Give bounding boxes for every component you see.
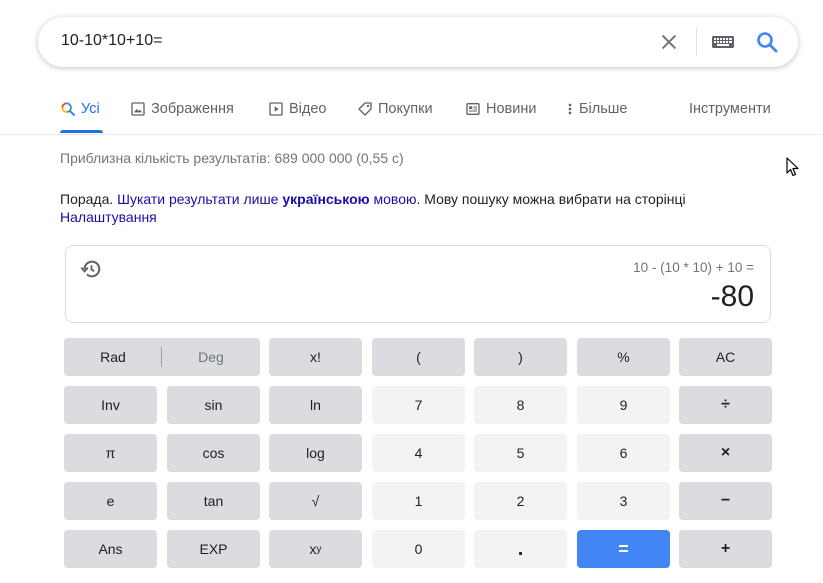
digit-7-key[interactable]: 7 [372, 386, 465, 424]
digit-8-key[interactable]: 8 [474, 386, 567, 424]
tab-video[interactable]: Відео [268, 101, 326, 117]
calc-result: -80 [710, 280, 754, 313]
answer-key[interactable]: Ans [64, 530, 157, 568]
tab-all[interactable]: Усі [60, 101, 100, 117]
digit-6-key[interactable]: 6 [577, 434, 670, 472]
tab-images[interactable]: Зображення [130, 101, 234, 117]
tip-link-only[interactable]: Шукати результати лише [117, 191, 278, 207]
tip-middle: . Мову пошуку можна вибрати на сторінці [416, 191, 686, 207]
power-base: x [309, 541, 317, 557]
tab-video-label: Відео [289, 101, 327, 117]
tools-label: Інструменти [689, 101, 771, 117]
tip-language: українською [282, 191, 370, 207]
log-key[interactable]: log [269, 434, 362, 472]
digit-0-key[interactable]: 0 [372, 530, 465, 568]
calc-expression: 10 - (10 * 10) + 10 = [633, 260, 754, 275]
mouse-cursor-icon [786, 157, 799, 177]
digit-2-key[interactable]: 2 [474, 482, 567, 520]
more-vert-icon [568, 103, 572, 115]
divide-key[interactable]: ÷ [679, 386, 772, 424]
history-icon[interactable] [80, 258, 102, 280]
rad-deg-toggle[interactable]: Rad Deg [64, 338, 260, 376]
exp-key[interactable]: EXP [167, 530, 260, 568]
rad-button[interactable]: Rad [64, 349, 162, 365]
close-icon[interactable] [658, 31, 680, 53]
news-icon [466, 103, 480, 115]
search-icon [61, 102, 75, 116]
search-icon[interactable] [755, 30, 779, 54]
tools-button[interactable]: Інструменти [689, 101, 771, 117]
result-stats: Приблизна кількість результатів: 689 000… [60, 150, 404, 166]
deg-button[interactable]: Deg [162, 349, 260, 365]
factorial-key[interactable]: x! [269, 338, 362, 376]
image-icon [131, 102, 145, 116]
power-exponent: y [316, 543, 322, 555]
searchbox-divider [696, 28, 697, 56]
video-icon [269, 102, 283, 116]
tab-images-label: Зображення [151, 101, 234, 117]
digit-4-key[interactable]: 4 [372, 434, 465, 472]
sqrt-key[interactable]: √ [269, 482, 362, 520]
percent-key[interactable]: % [577, 338, 670, 376]
search-query[interactable]: 10-10*10+10= [61, 32, 162, 50]
tip-link-language[interactable]: українською [282, 191, 369, 207]
plus-key[interactable]: + [679, 530, 772, 568]
equals-key[interactable]: = [577, 530, 670, 568]
digit-3-key[interactable]: 3 [577, 482, 670, 520]
tip-prefix: Порада. [60, 191, 114, 207]
keyboard-icon[interactable] [711, 33, 735, 51]
minus-key[interactable]: − [679, 482, 772, 520]
tab-more[interactable]: Більше [566, 101, 627, 117]
right-paren-key[interactable]: ) [474, 338, 567, 376]
cos-key[interactable]: cos [167, 434, 260, 472]
tab-shopping-label: Покупки [378, 101, 433, 117]
search-tabs: Усі Зображення Відео Покупки Новини Біль… [0, 96, 823, 135]
digit-1-key[interactable]: 1 [372, 482, 465, 520]
decimal-point-key[interactable]: . [474, 530, 567, 568]
left-paren-key[interactable]: ( [372, 338, 465, 376]
tab-news-label: Новини [486, 101, 537, 117]
calculator-display: 10 - (10 * 10) + 10 = -80 [65, 245, 771, 323]
digit-5-key[interactable]: 5 [474, 434, 567, 472]
tab-shopping[interactable]: Покупки [357, 101, 433, 117]
language-tip: Порада. Шукати результати лише українськ… [60, 190, 800, 226]
power-key[interactable]: xy [269, 530, 362, 568]
e-key[interactable]: e [64, 482, 157, 520]
tab-all-label: Усі [81, 101, 100, 117]
pi-key[interactable]: π [64, 434, 157, 472]
sin-key[interactable]: sin [167, 386, 260, 424]
inverse-key[interactable]: Inv [64, 386, 157, 424]
multiply-key[interactable]: × [679, 434, 772, 472]
tip-link-lang-word[interactable]: мовою [374, 191, 417, 207]
ln-key[interactable]: ln [269, 386, 362, 424]
tab-more-label: Більше [579, 101, 628, 117]
search-box[interactable]: 10-10*10+10= [38, 17, 798, 67]
tag-icon [358, 102, 372, 116]
active-tab-indicator [60, 130, 103, 133]
digit-9-key[interactable]: 9 [577, 386, 670, 424]
all-clear-key[interactable]: AC [679, 338, 772, 376]
tan-key[interactable]: tan [167, 482, 260, 520]
settings-link[interactable]: Налаштування [60, 209, 157, 225]
tab-news[interactable]: Новини [465, 101, 536, 117]
